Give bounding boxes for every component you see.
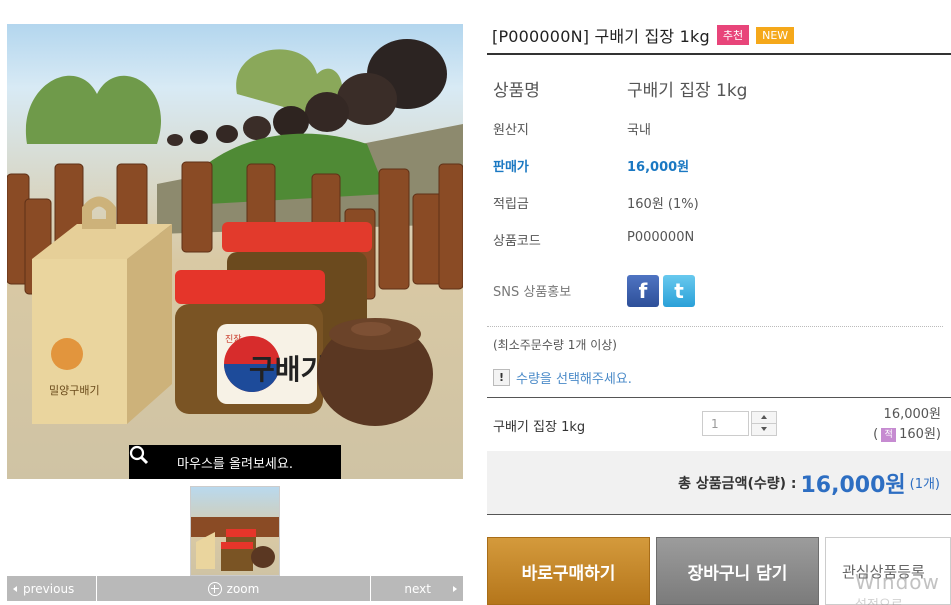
action-buttons: 바로구매하기 장바구니 담기 관심상품등록 <box>487 537 951 605</box>
sns-buttons: f t <box>627 275 695 307</box>
product-title-row: [P000000N] 구배기 집장 1kg 추천 NEW <box>492 22 795 48</box>
svg-text:밀양구배기: 밀양구배기 <box>49 384 100 397</box>
reward-points-label: 적립금 <box>493 197 529 212</box>
previous-button[interactable]: previous <box>7 576 97 601</box>
twitter-icon[interactable]: t <box>663 275 695 307</box>
next-label: next <box>404 581 431 596</box>
point-open-paren: ( <box>873 427 879 442</box>
sale-price-label: 판매가 <box>493 160 529 175</box>
total-count: (1개) <box>909 477 940 492</box>
arrow-right-icon <box>453 585 457 592</box>
product-main-image[interactable]: 밀양구배기 구배기 진장 마우스를 올려보세요. <box>7 24 463 479</box>
caret-down-icon <box>761 427 767 432</box>
reward-points-value: 160원 (1%) <box>627 197 699 212</box>
point-badge: 적 <box>881 427 897 442</box>
product-name-label: 상품명 <box>493 81 540 101</box>
recommend-badge: 추천 <box>716 25 750 45</box>
quantity-decrease-button[interactable] <box>751 423 777 436</box>
svg-text:구배기: 구배기 <box>249 353 326 386</box>
svg-text:진장: 진장 <box>225 334 242 345</box>
option-points: (적 160원) <box>873 425 941 445</box>
title-divider <box>487 53 951 55</box>
quantity-increase-button[interactable] <box>751 411 777 424</box>
thumbnail-photo <box>191 517 279 571</box>
arrow-left-icon <box>13 585 17 592</box>
total-price-box: 총 상품금액(수량) : 16,000원 (1개) <box>487 451 951 515</box>
exclamation-icon: ! <box>493 369 510 386</box>
origin-value: 국내 <box>627 123 651 138</box>
quantity-notice: ! 수량을 선택해주세요. <box>493 368 632 387</box>
dotted-divider <box>487 326 943 327</box>
option-point-value: 160원) <box>899 427 941 442</box>
new-badge: NEW <box>756 26 795 44</box>
zoom-plus-icon <box>207 581 222 596</box>
option-price-block: 16,000원 (적 160원) <box>873 405 941 445</box>
quantity-notice-text: 수량을 선택해주세요. <box>516 372 632 387</box>
next-button[interactable]: next <box>371 576 463 601</box>
option-price: 16,000원 <box>883 407 941 422</box>
total-label: 총 상품금액(수량) : <box>678 475 797 492</box>
zoom-hint-text: 마우스를 올려보세요. <box>177 456 293 472</box>
add-to-wishlist-button[interactable]: 관심상품등록 <box>825 537 951 605</box>
quantity-input[interactable] <box>702 411 749 436</box>
zoom-hint-overlay: 마우스를 올려보세요. <box>129 445 341 479</box>
product-thumbnail[interactable] <box>190 486 280 576</box>
add-to-cart-button[interactable]: 장바구니 담기 <box>656 537 819 605</box>
min-order-text: (최소주문수량 1개 이상) <box>493 338 617 352</box>
previous-label: previous <box>23 581 75 596</box>
sale-price-value: 16,000원 <box>627 160 690 175</box>
caret-up-icon <box>761 415 767 420</box>
total-amount: 16,000원 <box>800 472 906 498</box>
zoom-button[interactable]: zoom <box>97 576 371 601</box>
origin-label: 원산지 <box>493 123 529 138</box>
buy-now-button[interactable]: 바로구매하기 <box>487 537 650 605</box>
quantity-stepper <box>702 411 777 436</box>
product-title: [P000000N] 구배기 집장 1kg <box>492 27 710 46</box>
image-navigation: previous zoom next <box>7 576 463 601</box>
option-name: 구배기 집장 1kg <box>493 420 586 435</box>
sns-promo-label: SNS 상품홍보 <box>493 285 572 300</box>
option-divider <box>487 397 951 398</box>
magnifier-icon <box>129 445 149 465</box>
zoom-label: zoom <box>226 581 260 596</box>
facebook-icon[interactable]: f <box>627 275 659 307</box>
product-name-value: 구배기 집장 1kg <box>627 81 748 101</box>
product-code-label: 상품코드 <box>493 234 541 249</box>
product-photo: 밀양구배기 구배기 진장 <box>7 39 463 426</box>
product-code-value: P000000N <box>627 230 695 245</box>
